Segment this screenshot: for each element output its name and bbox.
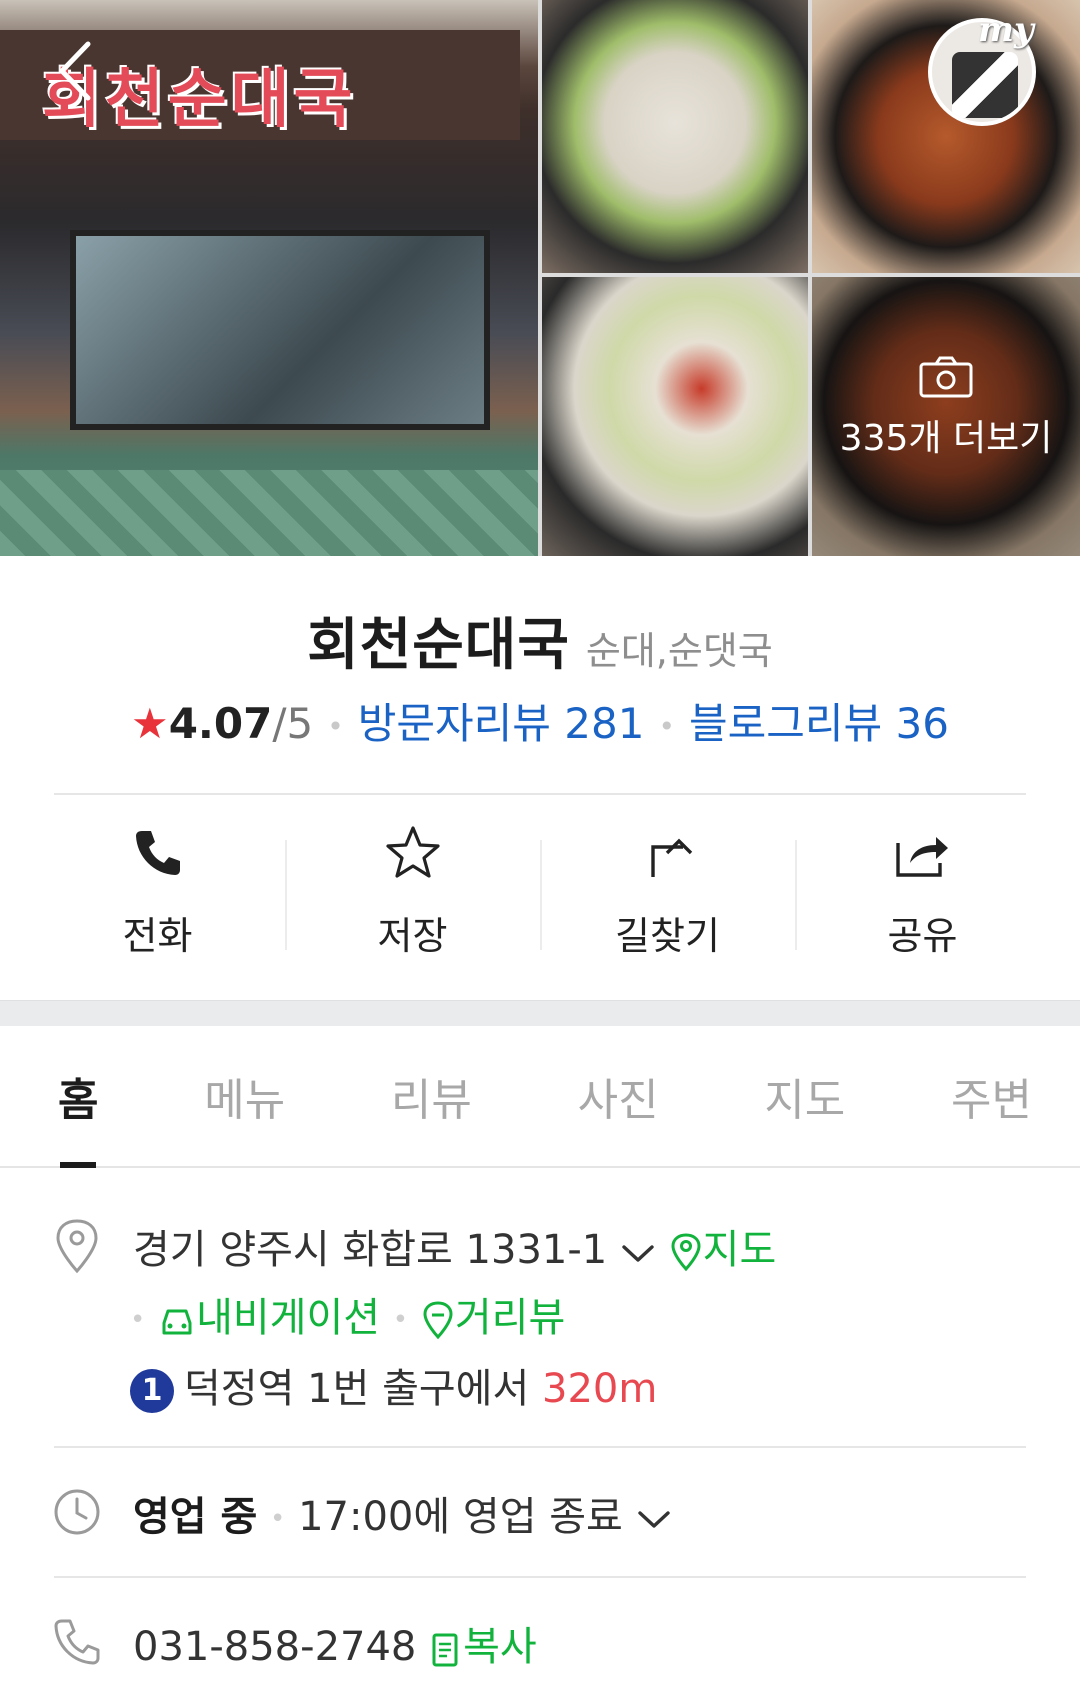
streetview-link-label: 거리뷰: [454, 1295, 566, 1341]
storefront-window: [70, 230, 490, 430]
map-pin-icon: [671, 1233, 701, 1272]
rating-score: 4.07: [168, 699, 273, 748]
divider: [54, 793, 1026, 795]
storefront-ground: [0, 470, 538, 556]
copy-label: 복사: [463, 1624, 537, 1670]
photo-gallery: 회천순대국 my 335개 더보기: [0, 0, 1080, 556]
section-gap: [0, 1000, 1080, 1026]
back-button[interactable]: [50, 36, 110, 106]
hours-status: 영업 중: [133, 1494, 258, 1540]
streetview-link[interactable]: 거리뷰: [421, 1295, 565, 1341]
star-outline-icon: [385, 826, 440, 878]
rating-row: ★4.07/5 • 방문자리뷰 281 • 블로그리뷰 36: [0, 690, 1080, 751]
chevron-left-icon: [59, 41, 91, 101]
place-title-row: 회천순대국 순대,순댓국: [0, 600, 1080, 681]
address-links-row: • 내비게이션 • 거리뷰: [130, 1285, 565, 1343]
my-badge-label: my: [978, 10, 1034, 50]
subway-row: 1 덕정역 1번 출구에서 320m: [130, 1356, 657, 1414]
food-photo-1[interactable]: [542, 0, 808, 273]
place-name: 회천순대국: [307, 613, 570, 678]
more-photos-label: 335개 더보기: [839, 418, 1053, 459]
separator-dot: •: [392, 1305, 409, 1335]
streetview-pin-icon: [423, 1301, 453, 1340]
map-link-label: 지도: [702, 1227, 777, 1273]
call-label: 전화: [122, 914, 193, 958]
address-row: 경기 양주시 화합로 1331-1 지도: [133, 1217, 776, 1275]
navigation-link-label: 내비게이션: [196, 1295, 381, 1341]
visitor-reviews-link[interactable]: 방문자리뷰 281: [358, 699, 645, 748]
share-label: 공유: [887, 914, 958, 958]
tab-photos[interactable]: 사진: [578, 1026, 659, 1166]
more-photos-button[interactable]: 335개 더보기: [812, 355, 1080, 461]
hours-row[interactable]: 영업 중 • 17:00에 영업 종료: [133, 1484, 672, 1542]
save-label: 저장: [377, 914, 448, 958]
rating-max: /5: [272, 699, 314, 748]
chevron-down-icon: [622, 1245, 654, 1262]
chevron-down-icon: [637, 1511, 670, 1528]
copy-phone-button[interactable]: 복사: [429, 1624, 537, 1670]
car-icon: [162, 1309, 192, 1335]
map-link[interactable]: 지도: [669, 1227, 777, 1273]
phone-row: 031-858-2748 복사: [133, 1614, 537, 1672]
station-distance: 320m: [542, 1366, 658, 1412]
blog-reviews-link[interactable]: 블로그리뷰 36: [689, 699, 949, 748]
share-button[interactable]: 공유: [795, 810, 1050, 960]
divider: [54, 1446, 1026, 1448]
share-icon: [895, 837, 948, 877]
address-expand-button[interactable]: [620, 1229, 656, 1275]
navigation-link[interactable]: 내비게이션: [158, 1295, 393, 1341]
camera-icon: [919, 356, 973, 398]
food-photo-3[interactable]: [542, 277, 808, 556]
avatar-image: [952, 52, 1018, 118]
clock-icon: [54, 1489, 100, 1535]
directions-label: 길찾기: [615, 914, 720, 958]
tab-menu[interactable]: 메뉴: [204, 1026, 285, 1166]
separator-dot: •: [658, 710, 675, 743]
tab-bar: 홈 메뉴 리뷰 사진 지도 주변: [0, 1026, 1080, 1168]
phone-icon: [135, 831, 180, 875]
copy-icon: [432, 1633, 458, 1667]
tab-reviews[interactable]: 리뷰: [391, 1026, 472, 1166]
separator-dot: •: [270, 1504, 286, 1534]
place-category: 순대,순댓국: [585, 629, 773, 673]
tab-map[interactable]: 지도: [764, 1026, 845, 1166]
directions-icon: [650, 838, 692, 877]
star-icon: ★: [131, 699, 169, 748]
save-button[interactable]: 저장: [285, 810, 540, 960]
tab-home[interactable]: 홈: [58, 1026, 98, 1168]
separator-dot: •: [327, 710, 344, 743]
subway-line-badge: 1: [130, 1369, 174, 1413]
station-text: 덕정역 1번 출구에서: [184, 1366, 530, 1412]
separator-dot: •: [130, 1305, 146, 1335]
divider: [54, 1576, 1026, 1578]
tab-nearby[interactable]: 주변: [951, 1026, 1032, 1166]
hours-detail: 17:00에 영업 종료: [298, 1494, 623, 1540]
location-pin-icon: [56, 1219, 98, 1274]
address-text: 경기 양주시 화합로 1331-1: [133, 1227, 608, 1273]
phone-number[interactable]: 031-858-2748: [133, 1624, 416, 1670]
phone-outline-icon: [54, 1619, 100, 1665]
action-bar: 전화 저장 길찾기 공유: [30, 810, 1050, 960]
call-button[interactable]: 전화: [30, 810, 285, 960]
directions-button[interactable]: 길찾기: [540, 810, 795, 960]
